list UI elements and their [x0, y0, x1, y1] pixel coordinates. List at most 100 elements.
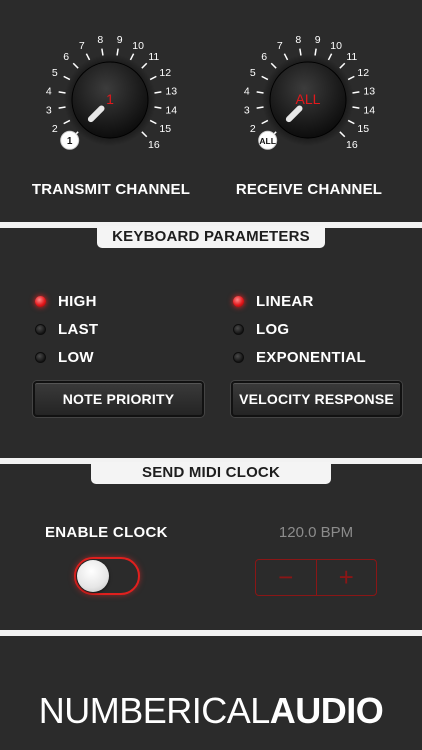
dial-tick — [347, 119, 355, 125]
dial-tick-label: 5 — [250, 67, 256, 79]
bpm-increment-button[interactable]: + — [315, 560, 377, 595]
dial-tick — [58, 91, 66, 94]
dial-tick-label: 13 — [363, 85, 375, 97]
receive-dial-graphic[interactable]: 23 4567 8 9 10 1112 13 14 15 16 ALL ALL — [224, 30, 394, 170]
dial-tick-label: 4 — [244, 85, 250, 97]
dial-tick — [283, 53, 289, 61]
bpm-decrement-button[interactable]: − — [256, 560, 316, 595]
velocity-linear[interactable]: LINEAR — [233, 291, 314, 311]
bpm-readout: 120.0 BPM — [278, 524, 354, 541]
dial-tick — [141, 62, 148, 69]
note-priority-high[interactable]: HIGH — [35, 291, 97, 311]
velocity-response-button[interactable]: VELOCITY RESPONSE — [231, 381, 402, 417]
dial-tick-label: 3 — [244, 105, 250, 117]
transmit-dial-graphic[interactable]: 234567 8 9 1011121314151611 — [26, 30, 196, 170]
dial-tick-label: 3 — [46, 105, 52, 117]
section-divider — [0, 630, 422, 636]
dial-tick — [85, 53, 91, 61]
receive-channel-dial[interactable]: 2 3 4 5 6 7 8 9 10 11 12 13 14 15 16 ALL ALL — [224, 30, 394, 170]
dial-tick — [72, 62, 79, 69]
led-indicator — [35, 295, 46, 307]
toggle-knob[interactable] — [77, 560, 109, 592]
dial-tick — [63, 75, 71, 81]
dial-tick — [129, 53, 135, 61]
dial-tick — [101, 48, 104, 56]
dial-tick-label: 10 — [132, 40, 144, 52]
dial-tick — [352, 91, 360, 94]
led-indicator — [233, 323, 244, 335]
dial-tick-label: 5 — [52, 67, 58, 79]
dial-tick-label: 7 — [277, 40, 283, 52]
dial-tick — [261, 119, 269, 125]
dial-tick-label: 4 — [46, 85, 52, 97]
transmit-channel-label: TRANSMIT CHANNEL — [31, 181, 191, 198]
dial-marker-label: 1 — [67, 136, 73, 147]
bpm-stepper[interactable]: − + — [255, 559, 377, 596]
dial-tick — [261, 75, 269, 81]
dial-tick — [149, 75, 157, 81]
note-priority-low[interactable]: LOW — [35, 347, 94, 367]
option-label: EXPONENTIAL — [256, 348, 366, 366]
dial-tick-label: 11 — [148, 51, 159, 63]
option-label: LOW — [58, 348, 94, 366]
numberical-audio-logo: NUMBERICALAUDIO — [0, 690, 422, 732]
dial-tick — [339, 131, 346, 138]
dial-tick-label: 13 — [165, 85, 177, 97]
led-indicator — [35, 323, 46, 335]
dial-tick — [339, 62, 346, 69]
dial-tick — [141, 131, 148, 138]
dial-tick-label: 2 — [250, 123, 256, 135]
dial-tick — [63, 119, 71, 125]
option-label: LAST — [58, 320, 99, 338]
transmit-channel-dial[interactable]: 2 3 4 5 6 7 8 9 10 11 12 13 14 15 16 1 1 — [26, 30, 196, 170]
dial-tick-label: 10 — [330, 40, 342, 52]
dial-tick-label: 9 — [315, 34, 321, 46]
dial-tick — [154, 91, 162, 94]
keyboard-parameters-heading: KEYBOARD PARAMETERS — [97, 226, 325, 248]
logo-light-text: NUMBERICAL — [38, 690, 271, 731]
led-indicator — [233, 295, 244, 307]
dial-tick — [299, 48, 302, 56]
dial-tick-label: 12 — [159, 67, 171, 79]
led-indicator — [35, 351, 46, 363]
dial-tick — [352, 106, 360, 109]
dial-tick-label: 6 — [261, 51, 267, 63]
dial-tick-label: 14 — [363, 105, 375, 117]
dial-tick — [58, 106, 66, 109]
dial-tick — [256, 106, 264, 109]
enable-clock-label: ENABLE CLOCK — [45, 523, 168, 541]
led-indicator — [233, 351, 244, 363]
send-midi-clock-heading: SEND MIDI CLOCK — [91, 462, 331, 484]
dial-tick — [256, 91, 264, 94]
dial-value: 1 — [106, 91, 114, 107]
dial-tick-label: 16 — [346, 139, 358, 151]
receive-channel-label: RECEIVE CHANNEL — [235, 181, 383, 198]
dial-tick-label: 8 — [97, 34, 103, 46]
option-label: HIGH — [58, 292, 97, 310]
velocity-exponential[interactable]: EXPONENTIAL — [233, 347, 366, 367]
dial-tick — [314, 48, 317, 56]
option-label: LOG — [256, 320, 290, 338]
dial-tick-label: 7 — [79, 40, 85, 52]
dial-tick-label: 6 — [63, 51, 69, 63]
dial-tick-label: 2 — [52, 123, 58, 135]
dial-tick — [149, 119, 157, 125]
dial-tick-label: 12 — [357, 67, 369, 79]
dial-tick — [347, 75, 355, 81]
logo-bold-text: AUDIO — [269, 690, 384, 731]
velocity-log[interactable]: LOG — [233, 319, 289, 339]
dial-tick-label: 16 — [148, 139, 160, 151]
option-label: LINEAR — [256, 292, 314, 310]
enable-clock-toggle[interactable] — [74, 557, 140, 595]
dial-tick-label: 15 — [357, 123, 369, 135]
dial-tick — [154, 106, 162, 109]
dial-tick-label: 14 — [165, 105, 177, 117]
dial-tick — [270, 62, 277, 69]
dial-tick — [327, 53, 333, 61]
note-priority-button[interactable]: NOTE PRIORITY — [33, 381, 204, 417]
dial-value: ALL — [296, 91, 321, 107]
note-priority-last[interactable]: LAST — [35, 319, 98, 339]
dial-marker-label: ALL — [259, 136, 276, 146]
dial-tick-label: 8 — [295, 34, 301, 46]
dial-tick — [116, 48, 119, 56]
